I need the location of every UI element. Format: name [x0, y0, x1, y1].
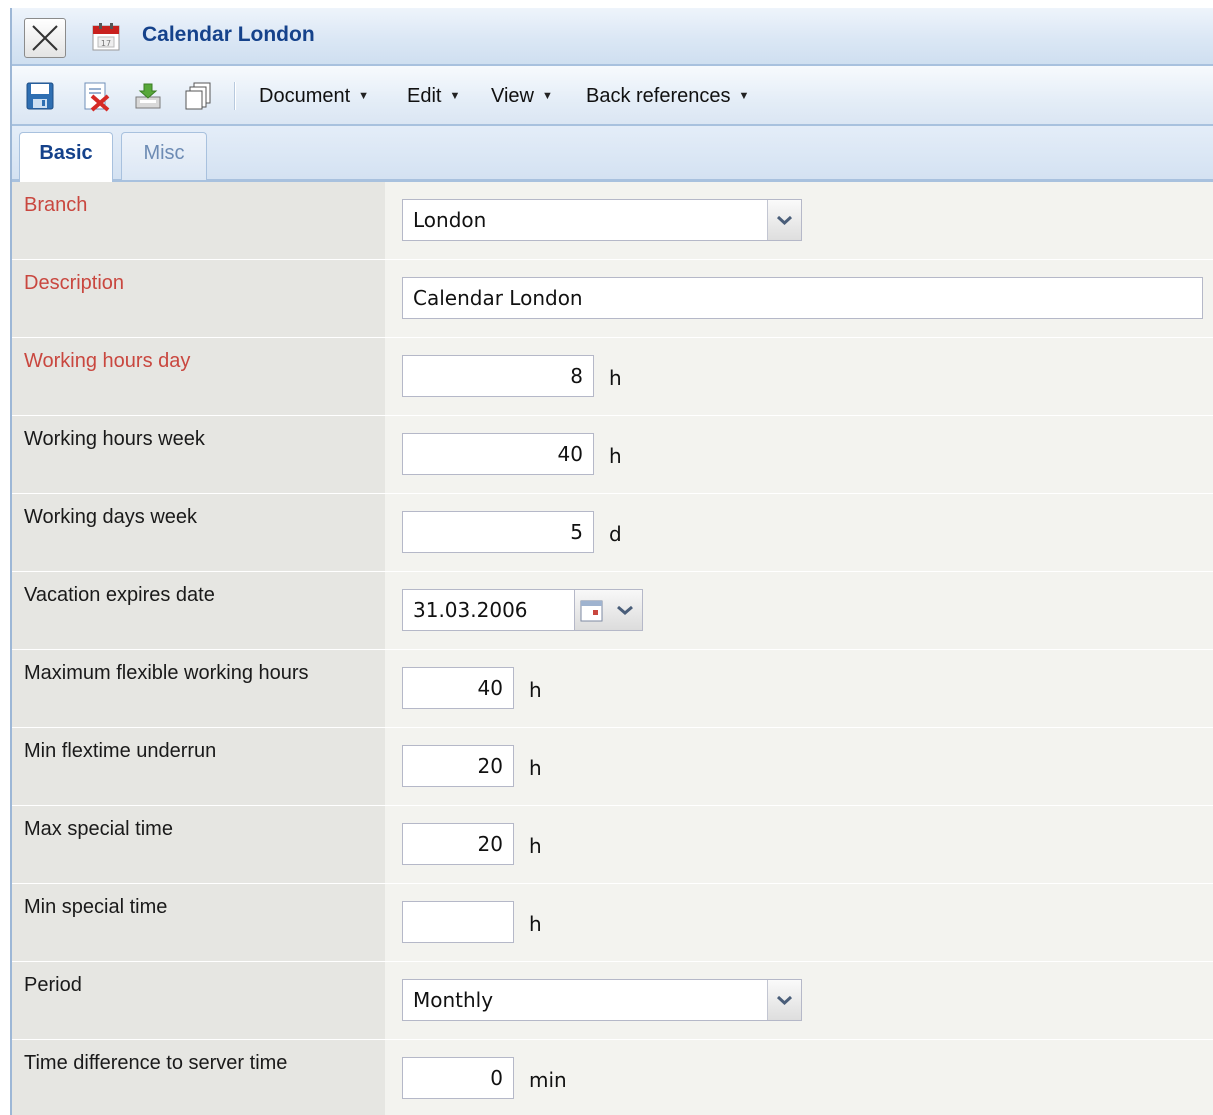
- save-icon[interactable]: [24, 80, 56, 112]
- chevron-down-icon: [617, 605, 633, 615]
- min-special-time-unit: h: [529, 912, 542, 936]
- min-flextime-underrun-input[interactable]: 20: [402, 745, 514, 787]
- working-hours-day-label: Working hours day: [24, 350, 191, 372]
- form-row-max-flexible-hours: Maximum flexible working hours 40 h: [12, 650, 1213, 728]
- form-row-min-flextime-underrun: Min flextime underrun 20 h: [12, 728, 1213, 806]
- editor-window: 17 Calendar London Document ▼ Edit ▼ Vie…: [10, 8, 1213, 1115]
- working-hours-week-label: Working hours week: [24, 428, 205, 450]
- form-row-working-days-week: Working days week 5 d: [12, 494, 1213, 572]
- calendar-picker-icon: [580, 600, 603, 622]
- working-hours-day-unit: h: [609, 366, 622, 390]
- form-row-period: Period Monthly: [12, 962, 1213, 1040]
- period-select[interactable]: Monthly: [402, 979, 802, 1021]
- working-days-week-unit: d: [609, 522, 622, 546]
- min-flextime-underrun-label: Min flextime underrun: [24, 740, 217, 762]
- menu-view[interactable]: View ▼: [491, 83, 553, 112]
- date-picker-button[interactable]: [575, 589, 643, 631]
- dropdown-arrow-icon: ▼: [738, 90, 750, 102]
- calendar-icon: 17: [92, 23, 120, 51]
- max-special-time-label: Max special time: [24, 818, 173, 840]
- chevron-down-icon: [776, 995, 793, 1006]
- dropdown-arrow-icon: ▼: [449, 90, 461, 102]
- branch-value: London: [413, 208, 487, 232]
- toolbar-separator: [234, 82, 236, 110]
- working-hours-week-input[interactable]: 40: [402, 433, 594, 475]
- branch-label: Branch: [24, 194, 88, 216]
- menu-view-label: View: [491, 85, 534, 107]
- form-row-max-special-time: Max special time 20 h: [12, 806, 1213, 884]
- title-bar: 17 Calendar London: [12, 8, 1213, 66]
- form-row-description: Description Calendar London: [12, 260, 1213, 338]
- min-special-time-input[interactable]: [402, 901, 514, 943]
- working-days-week-label: Working days week: [24, 506, 198, 528]
- form-row-working-hours-day: Working hours day 8 h: [12, 338, 1213, 416]
- period-value: Monthly: [413, 988, 494, 1012]
- branch-dropdown-button[interactable]: [767, 200, 801, 240]
- period-label: Period: [24, 974, 82, 996]
- min-flextime-underrun-unit: h: [529, 756, 542, 780]
- time-difference-label: Time difference to server time: [24, 1052, 288, 1074]
- time-difference-input[interactable]: 0: [402, 1057, 514, 1099]
- svg-text:17: 17: [101, 39, 111, 48]
- chevron-down-icon: [776, 215, 793, 226]
- menu-document-label: Document: [259, 85, 351, 107]
- max-special-time-input[interactable]: 20: [402, 823, 514, 865]
- working-days-week-input[interactable]: 5: [402, 511, 594, 553]
- delete-icon[interactable]: [80, 80, 112, 112]
- max-special-time-unit: h: [529, 834, 542, 858]
- working-hours-week-unit: h: [609, 444, 622, 468]
- min-special-time-label: Min special time: [24, 896, 168, 918]
- vacation-expires-date-input[interactable]: 31.03.2006: [402, 589, 575, 631]
- tab-basic[interactable]: Basic: [19, 132, 113, 182]
- form-row-working-hours-week: Working hours week 40 h: [12, 416, 1213, 494]
- export-icon[interactable]: [132, 80, 164, 112]
- working-hours-day-input[interactable]: 8: [402, 355, 594, 397]
- form-row-vacation-expires-date: Vacation expires date 31.03.2006: [12, 572, 1213, 650]
- menu-back-references[interactable]: Back references ▼: [586, 83, 749, 112]
- dropdown-arrow-icon: ▼: [358, 90, 370, 102]
- form-row-branch: Branch London: [12, 182, 1213, 260]
- tab-misc[interactable]: Misc: [121, 132, 207, 180]
- vacation-expires-date-label: Vacation expires date: [24, 584, 215, 606]
- period-dropdown-button[interactable]: [767, 980, 801, 1020]
- menu-document[interactable]: Document ▼: [259, 83, 369, 112]
- close-button[interactable]: [24, 18, 66, 58]
- menu-edit[interactable]: Edit ▼: [407, 83, 460, 112]
- menu-back-references-label: Back references: [586, 85, 731, 107]
- max-flexible-hours-unit: h: [529, 678, 542, 702]
- description-label: Description: [24, 272, 125, 294]
- max-flexible-hours-label: Maximum flexible working hours: [24, 662, 309, 684]
- menu-edit-label: Edit: [407, 85, 442, 107]
- branch-select[interactable]: London: [402, 199, 802, 241]
- time-difference-unit: min: [529, 1068, 567, 1092]
- tab-strip: Basic Misc: [12, 126, 1213, 182]
- copy-icon[interactable]: [182, 80, 214, 112]
- form-row-min-special-time: Min special time h: [12, 884, 1213, 962]
- form-row-time-difference: Time difference to server time 0 min: [12, 1040, 1213, 1115]
- window-title: Calendar London: [142, 23, 315, 46]
- dropdown-arrow-icon: ▼: [542, 90, 553, 102]
- close-icon: [32, 25, 58, 51]
- max-flexible-hours-input[interactable]: 40: [402, 667, 514, 709]
- description-input[interactable]: Calendar London: [402, 277, 1203, 319]
- toolbar: Document ▼ Edit ▼ View ▼ Back references ▼: [12, 66, 1213, 126]
